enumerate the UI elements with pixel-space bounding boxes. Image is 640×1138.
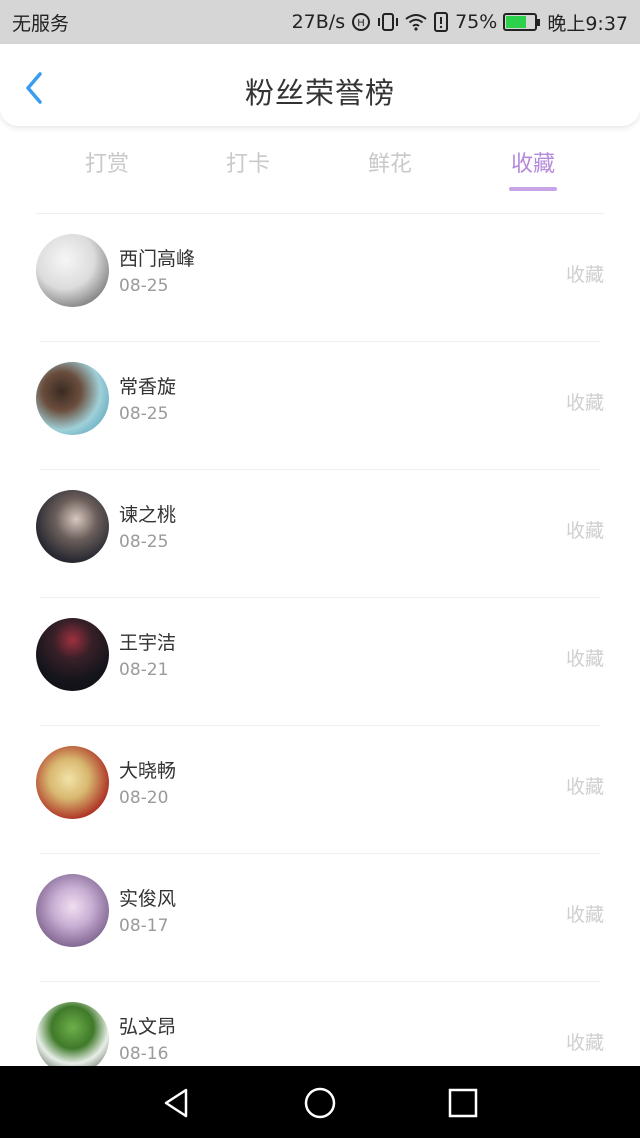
list-item[interactable]: 王宇洁 08-21 收藏: [0, 598, 640, 726]
list-item[interactable]: 大晓畅 08-20 收藏: [0, 726, 640, 854]
wifi-icon: [405, 13, 427, 31]
avatar: [36, 746, 109, 819]
action-label: 收藏: [565, 648, 604, 670]
action-label: 收藏: [565, 904, 604, 926]
avatar: [36, 1002, 109, 1075]
action-label: 收藏: [565, 520, 604, 542]
fan-date: 08-16: [119, 1044, 169, 1064]
fan-name: 王宇洁: [119, 632, 177, 654]
fan-date: 08-25: [119, 404, 169, 424]
list-item[interactable]: 实俊风 08-17 收藏: [0, 854, 640, 982]
tab-bar: 打赏 打卡 鲜花 收藏: [0, 140, 640, 200]
tab-reward[interactable]: 打赏: [52, 146, 162, 178]
action-label: 收藏: [565, 264, 604, 286]
fan-name: 弘文昂: [119, 1016, 177, 1038]
fan-date: 08-25: [119, 532, 169, 552]
fan-name: 谏之桃: [119, 504, 177, 526]
list-item[interactable]: 西门高峰 08-25 收藏: [0, 214, 640, 342]
fan-name: 常香旋: [119, 376, 177, 398]
square-recents-icon[interactable]: [446, 1086, 480, 1120]
alert-icon: [433, 12, 449, 32]
battery-percent: 75%: [455, 11, 498, 33]
clock: 晚上9:37: [547, 12, 628, 35]
header: 粉丝荣誉榜: [0, 44, 640, 126]
active-tab-indicator: [509, 187, 557, 191]
avatar: [36, 362, 109, 435]
list-item[interactable]: 常香旋 08-25 收藏: [0, 342, 640, 470]
fan-name: 实俊风: [119, 888, 177, 910]
status-bar: 无服务 27B/s H 75% 晚上9:37: [0, 0, 640, 44]
avatar: [36, 618, 109, 691]
battery-fill: [506, 16, 527, 28]
hd-icon: H: [351, 12, 371, 32]
page-title: 粉丝荣誉榜: [244, 76, 395, 110]
carrier-label: 无服务: [12, 12, 70, 35]
avatar: [36, 234, 109, 307]
system-nav-bar: [0, 1066, 640, 1138]
list-item[interactable]: 谏之桃 08-25 收藏: [0, 470, 640, 598]
action-label: 收藏: [565, 392, 604, 414]
fan-date: 08-17: [119, 916, 169, 936]
fan-date: 08-21: [119, 660, 169, 680]
action-label: 收藏: [565, 776, 604, 798]
tab-flowers[interactable]: 鲜花: [335, 146, 445, 178]
avatar: [36, 490, 109, 563]
tab-checkin[interactable]: 打卡: [193, 146, 303, 178]
triangle-back-icon[interactable]: [160, 1086, 194, 1120]
network-speed: 27B/s: [291, 11, 346, 33]
tab-favorites[interactable]: 收藏: [478, 146, 588, 178]
fan-name: 大晓畅: [119, 760, 177, 782]
fan-list: 西门高峰 08-25 收藏 常香旋 08-25 收藏 谏之桃 08-25 收藏 …: [0, 214, 640, 1110]
battery-icon: [503, 13, 541, 31]
vibrate-icon: [377, 12, 399, 32]
fan-date: 08-20: [119, 788, 169, 808]
status-icons: 27B/s H 75% 晚上9:37: [292, 9, 628, 36]
fan-date: 08-25: [119, 276, 169, 296]
fan-name: 西门高峰: [119, 248, 196, 270]
circle-home-icon[interactable]: [303, 1086, 337, 1120]
svg-text:H: H: [357, 18, 365, 29]
action-label: 收藏: [565, 1032, 604, 1054]
avatar: [36, 874, 109, 947]
